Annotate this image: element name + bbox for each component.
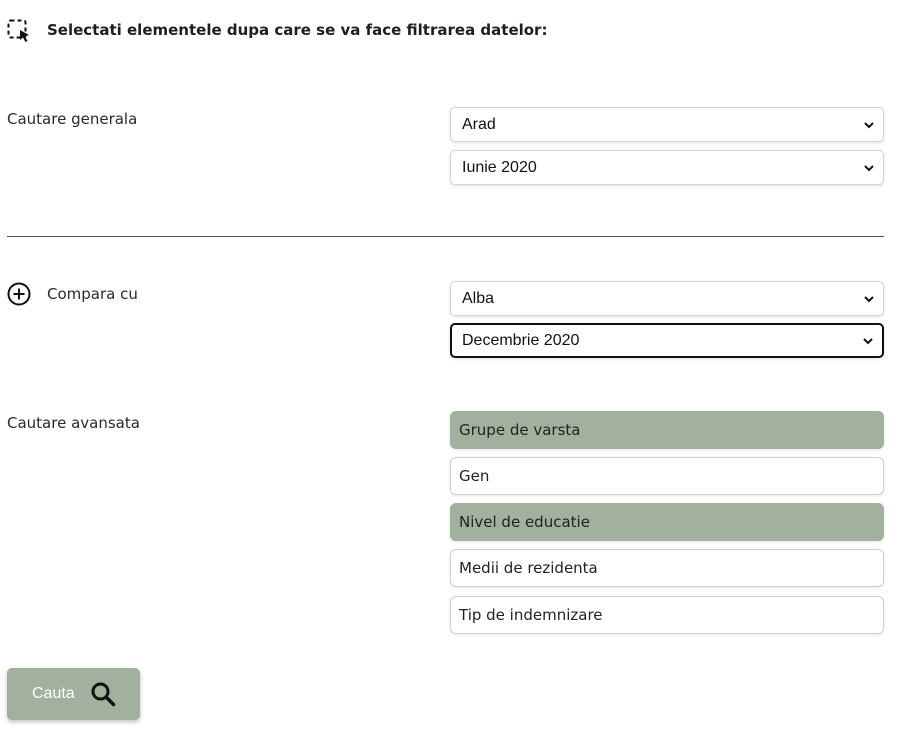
- compare-period-value: Decembrie 2020: [462, 331, 580, 349]
- section-divider: [7, 236, 884, 237]
- advanced-option-gender[interactable]: Gen: [450, 457, 884, 495]
- option-label: Grupe de varsta: [459, 421, 581, 439]
- chevron-down-icon: [864, 295, 874, 302]
- option-label: Tip de indemnizare: [459, 606, 603, 624]
- search-icon: [91, 682, 115, 707]
- selection-cursor-icon: [7, 19, 29, 42]
- page-title: Selectati elementele dupa care se va fac…: [47, 21, 548, 39]
- advanced-option-allowance-type[interactable]: Tip de indemnizare: [450, 596, 884, 634]
- option-label: Nivel de educatie: [459, 513, 590, 531]
- chevron-down-icon: [864, 121, 874, 128]
- general-period-value: Iunie 2020: [462, 158, 537, 176]
- compare-label: Compara cu: [47, 285, 138, 303]
- compare-period-select[interactable]: Decembrie 2020: [450, 323, 884, 358]
- advanced-option-residence[interactable]: Medii de rezidenta: [450, 549, 884, 587]
- advanced-option-education-level[interactable]: Nivel de educatie: [450, 503, 884, 541]
- search-button[interactable]: Cauta: [7, 668, 140, 720]
- search-button-label: Cauta: [32, 685, 75, 702]
- compare-county-select[interactable]: Alba: [450, 281, 884, 316]
- plus-circle-icon[interactable]: [7, 282, 31, 306]
- general-search-label: Cautare generala: [7, 110, 138, 128]
- option-label: Gen: [459, 467, 490, 485]
- compare-county-value: Alba: [462, 289, 495, 307]
- option-label: Medii de rezidenta: [459, 559, 598, 577]
- advanced-search-label: Cautare avansata: [7, 414, 140, 432]
- general-county-select[interactable]: Arad: [450, 107, 884, 142]
- general-county-value: Arad: [462, 115, 496, 133]
- chevron-down-icon: [864, 164, 874, 171]
- chevron-down-icon: [863, 337, 873, 344]
- advanced-option-age-groups[interactable]: Grupe de varsta: [450, 411, 884, 449]
- general-period-select[interactable]: Iunie 2020: [450, 150, 884, 185]
